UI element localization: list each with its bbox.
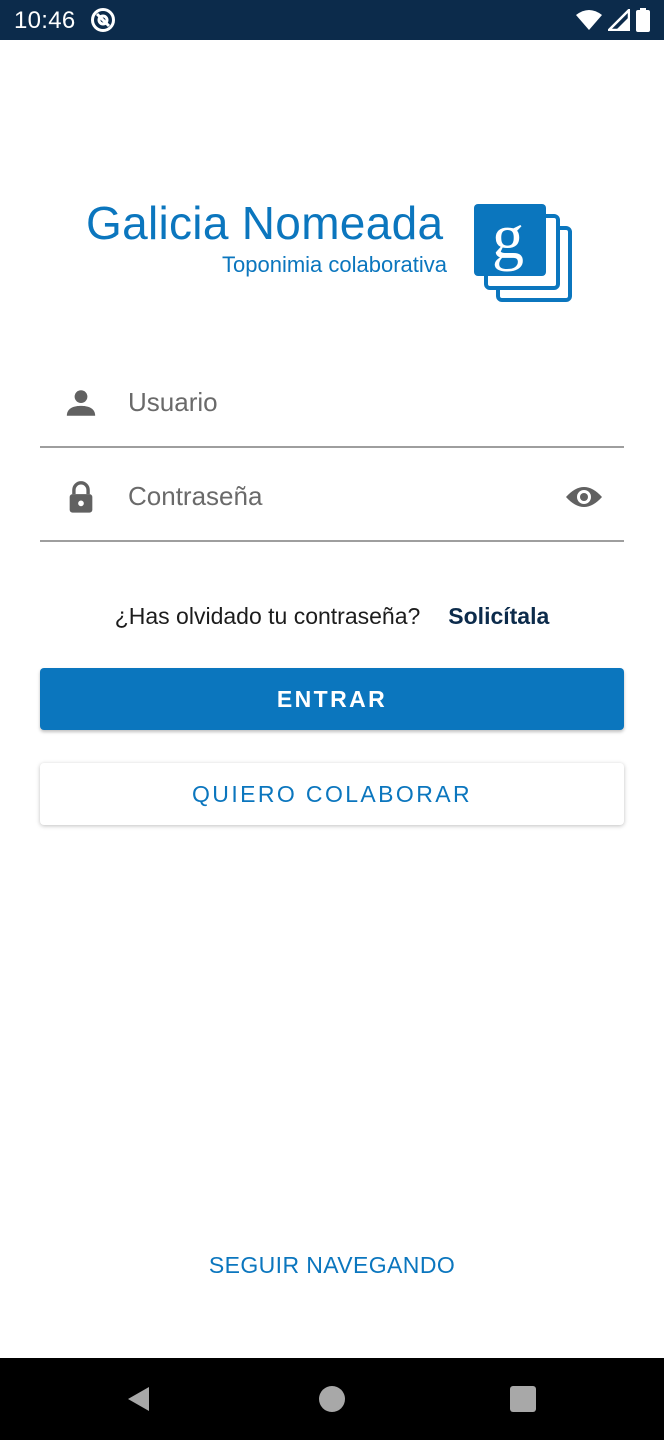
wifi-icon xyxy=(576,10,602,30)
battery-icon xyxy=(636,8,650,32)
logo-mark-icon: g xyxy=(474,202,572,302)
logo-title: Galicia Nomeada xyxy=(86,197,444,249)
password-field xyxy=(40,462,624,542)
at-sign-icon xyxy=(91,8,115,32)
system-nav-bar xyxy=(0,1358,664,1440)
request-password-link[interactable]: Solicítala xyxy=(448,603,549,630)
forgot-password-row: ¿Has olvidado tu contraseña? Solicítala xyxy=(0,600,664,632)
status-icons xyxy=(576,8,650,32)
password-input[interactable] xyxy=(128,476,548,516)
login-button[interactable]: ENTRAR xyxy=(40,668,624,730)
logo-mark-letter: g xyxy=(492,202,524,272)
forgot-password-text: ¿Has olvidado tu contraseña? xyxy=(114,602,421,629)
back-icon[interactable] xyxy=(124,1384,154,1414)
username-input[interactable] xyxy=(128,382,548,422)
status-bar: 10:46 xyxy=(0,0,664,40)
home-icon[interactable] xyxy=(319,1386,345,1412)
lock-icon xyxy=(69,481,93,513)
signal-icon xyxy=(608,9,630,31)
status-time: 10:46 xyxy=(14,7,76,34)
collaborate-button[interactable]: QUIERO COLABORAR xyxy=(40,763,624,825)
app-logo: Galicia Nomeada Toponimia colaborativa g xyxy=(86,196,582,306)
recents-icon[interactable] xyxy=(510,1386,536,1412)
eye-icon[interactable] xyxy=(564,482,604,512)
logo-subtitle: Toponimia colaborativa xyxy=(222,252,448,277)
person-icon xyxy=(66,390,96,416)
username-field xyxy=(40,368,624,448)
continue-browsing-link[interactable]: SEGUIR NAVEGANDO xyxy=(0,1252,664,1279)
